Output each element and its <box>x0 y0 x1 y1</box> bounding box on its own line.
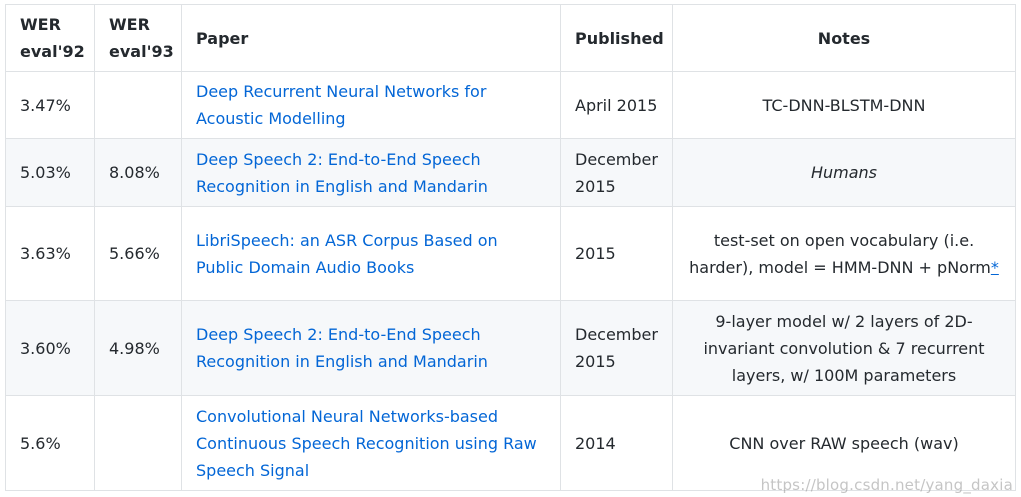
paper-link[interactable]: LibriSpeech: an ASR Corpus Based on Publ… <box>196 231 498 277</box>
cell-wer-eval92: 3.63% <box>5 206 95 301</box>
header-paper: Paper <box>181 4 561 72</box>
watermark: https://blog.csdn.net/yang_daxia <box>760 476 1013 494</box>
cell-wer-eval92: 5.6% <box>5 395 95 491</box>
footnote-asterisk-link[interactable]: * <box>991 258 999 277</box>
table-header-row: WER eval'92 WER eval'93 Paper Published … <box>5 4 1016 72</box>
cell-wer-eval93 <box>94 395 182 491</box>
cell-notes: Humans <box>672 138 1016 207</box>
paper-link[interactable]: Deep Speech 2: End-to-End Speech Recogni… <box>196 150 488 196</box>
cell-published: December 2015 <box>560 300 673 396</box>
paper-link[interactable]: Deep Recurrent Neural Networks for Acous… <box>196 82 486 128</box>
cell-published: 2014 <box>560 395 673 491</box>
cell-wer-eval93: 5.66% <box>94 206 182 301</box>
cell-notes: test-set on open vocabulary (i.e. harder… <box>672 206 1016 301</box>
header-wer-eval92: WER eval'92 <box>5 4 95 72</box>
cell-notes: 9-layer model w/ 2 layers of 2D-invarian… <box>672 300 1016 396</box>
cell-wer-eval93 <box>94 71 182 139</box>
cell-published: April 2015 <box>560 71 673 139</box>
cell-published: 2015 <box>560 206 673 301</box>
cell-wer-eval93: 4.98% <box>94 300 182 396</box>
cell-paper: LibriSpeech: an ASR Corpus Based on Publ… <box>181 206 561 301</box>
cell-wer-eval92: 3.60% <box>5 300 95 396</box>
results-table: WER eval'92 WER eval'93 Paper Published … <box>5 4 1016 491</box>
paper-link[interactable]: Deep Speech 2: End-to-End Speech Recogni… <box>196 325 488 371</box>
table-row: 3.63% 5.66% LibriSpeech: an ASR Corpus B… <box>5 206 1016 301</box>
header-wer-eval93: WER eval'93 <box>94 4 182 72</box>
cell-wer-eval92: 5.03% <box>5 138 95 207</box>
cell-published: December 2015 <box>560 138 673 207</box>
header-notes: Notes <box>672 4 1016 72</box>
cell-paper: Convolutional Neural Networks-based Cont… <box>181 395 561 491</box>
cell-paper: Deep Speech 2: End-to-End Speech Recogni… <box>181 138 561 207</box>
cell-paper: Deep Speech 2: End-to-End Speech Recogni… <box>181 300 561 396</box>
table-row: 3.47% Deep Recurrent Neural Networks for… <box>5 71 1016 139</box>
notes-text: test-set on open vocabulary (i.e. harder… <box>689 230 991 277</box>
cell-wer-eval92: 3.47% <box>5 71 95 139</box>
paper-link[interactable]: Convolutional Neural Networks-based Cont… <box>196 407 537 480</box>
cell-notes: TC-DNN-BLSTM-DNN <box>672 71 1016 139</box>
table-row: 3.60% 4.98% Deep Speech 2: End-to-End Sp… <box>5 300 1016 396</box>
table-row: 5.03% 8.08% Deep Speech 2: End-to-End Sp… <box>5 138 1016 207</box>
cell-wer-eval93: 8.08% <box>94 138 182 207</box>
header-published: Published <box>560 4 673 72</box>
cell-paper: Deep Recurrent Neural Networks for Acous… <box>181 71 561 139</box>
